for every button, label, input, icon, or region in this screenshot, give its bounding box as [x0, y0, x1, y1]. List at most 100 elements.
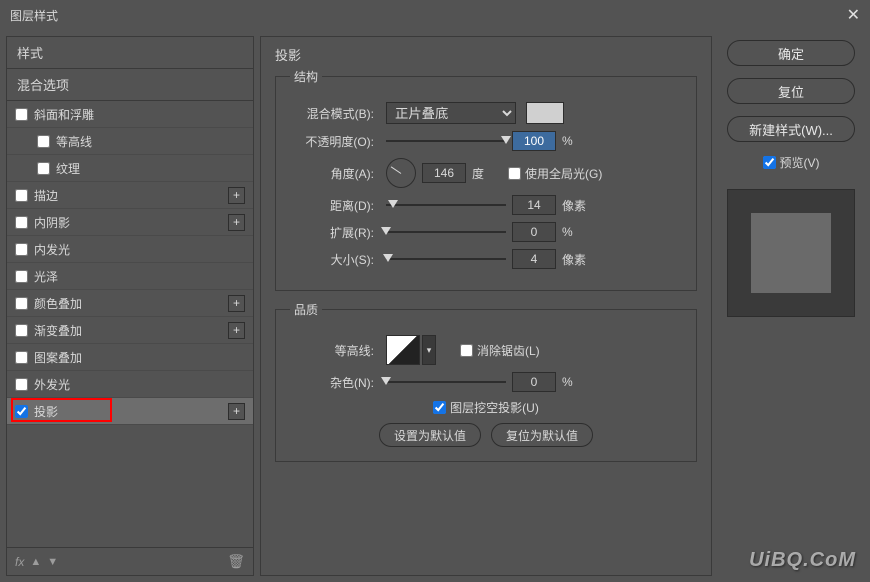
style-checkbox[interactable]	[15, 405, 28, 418]
reset-default-button[interactable]: 复位为默认值	[491, 423, 593, 447]
style-item[interactable]: 纹理	[7, 155, 253, 182]
style-item[interactable]: 斜面和浮雕	[7, 101, 253, 128]
styles-footer: fx ▲ ▼ 🗑	[7, 547, 253, 575]
style-item[interactable]: 描边 +	[7, 182, 253, 209]
style-list: 斜面和浮雕等高线纹理描边 + 内阴影 + 内发光光泽颜色叠加 + 渐变叠加 + 图案叠加外发光投…	[7, 101, 253, 547]
opacity-input[interactable]	[512, 131, 556, 151]
preview-box	[727, 189, 855, 317]
quality-group: 品质 等高线: ▾ 消除锯齿(L) 杂色(N): %	[275, 301, 697, 462]
style-label: 投影	[34, 403, 58, 420]
effect-title: 投影	[275, 45, 697, 64]
add-effect-icon[interactable]: +	[228, 295, 245, 312]
opacity-slider[interactable]	[386, 134, 506, 148]
preview-checkbox[interactable]: 预览(V)	[763, 154, 820, 171]
quality-legend: 品质	[290, 301, 322, 318]
style-item[interactable]: 颜色叠加 +	[7, 290, 253, 317]
add-effect-icon[interactable]: +	[228, 403, 245, 420]
style-item[interactable]: 光泽	[7, 263, 253, 290]
style-label: 内阴影	[34, 214, 70, 231]
style-label: 内发光	[34, 241, 70, 258]
contour-swatch[interactable]	[386, 335, 420, 365]
arrow-up-icon[interactable]: ▲	[30, 556, 41, 568]
add-effect-icon[interactable]: +	[228, 322, 245, 339]
knockout-label: 图层挖空投影(U)	[450, 399, 539, 416]
opacity-label: 不透明度(O):	[290, 133, 380, 150]
cancel-button[interactable]: 复位	[727, 78, 855, 104]
style-item[interactable]: 渐变叠加 +	[7, 317, 253, 344]
arrow-down-icon[interactable]: ▼	[47, 556, 58, 568]
blend-mode-select[interactable]: 正片叠底	[386, 102, 516, 124]
style-item[interactable]: 内阴影 +	[7, 209, 253, 236]
style-checkbox[interactable]	[15, 324, 28, 337]
style-label: 等高线	[56, 133, 92, 150]
global-light-checkbox[interactable]: 使用全局光(G)	[508, 165, 602, 182]
distance-label: 距离(D):	[290, 197, 380, 214]
styles-panel: 样式 混合选项 斜面和浮雕等高线纹理描边 + 内阴影 + 内发光光泽颜色叠加 + 渐变叠加 +…	[6, 36, 254, 576]
spread-input[interactable]	[512, 222, 556, 242]
add-effect-icon[interactable]: +	[228, 214, 245, 231]
chevron-down-icon[interactable]: ▾	[422, 335, 436, 365]
distance-slider[interactable]	[386, 198, 506, 212]
style-item[interactable]: 投影 +	[7, 398, 253, 425]
styles-header[interactable]: 样式	[7, 37, 253, 69]
noise-label: 杂色(N):	[290, 374, 380, 391]
style-label: 渐变叠加	[34, 322, 82, 339]
noise-slider[interactable]	[386, 375, 506, 389]
titlebar: 图层样式 ✕	[0, 0, 870, 30]
style-checkbox[interactable]	[15, 351, 28, 364]
style-checkbox[interactable]	[15, 270, 28, 283]
style-label: 外发光	[34, 376, 70, 393]
style-item[interactable]: 内发光	[7, 236, 253, 263]
style-checkbox[interactable]	[15, 297, 28, 310]
close-icon[interactable]: ✕	[847, 5, 860, 25]
style-checkbox[interactable]	[15, 378, 28, 391]
make-default-button[interactable]: 设置为默认值	[379, 423, 481, 447]
size-input[interactable]	[512, 249, 556, 269]
style-label: 纹理	[56, 160, 80, 177]
style-label: 颜色叠加	[34, 295, 82, 312]
knockout-checkbox[interactable]: 图层挖空投影(U)	[433, 399, 539, 416]
antialias-label: 消除锯齿(L)	[477, 342, 540, 359]
angle-input[interactable]	[422, 163, 466, 183]
antialias-checkbox[interactable]: 消除锯齿(L)	[460, 342, 540, 359]
blending-options-header[interactable]: 混合选项	[7, 69, 253, 101]
distance-input[interactable]	[512, 195, 556, 215]
window-title: 图层样式	[10, 7, 58, 24]
contour-label: 等高线:	[290, 342, 380, 359]
style-label: 描边	[34, 187, 58, 204]
new-style-button[interactable]: 新建样式(W)...	[727, 116, 855, 142]
shadow-color-swatch[interactable]	[526, 102, 564, 124]
opacity-unit: %	[562, 134, 592, 148]
spread-label: 扩展(R):	[290, 224, 380, 241]
style-item[interactable]: 图案叠加	[7, 344, 253, 371]
style-checkbox[interactable]	[15, 216, 28, 229]
angle-label: 角度(A):	[290, 165, 380, 182]
ok-button[interactable]: 确定	[727, 40, 855, 66]
style-label: 图案叠加	[34, 349, 82, 366]
style-checkbox[interactable]	[15, 243, 28, 256]
noise-unit: %	[562, 375, 592, 389]
size-slider[interactable]	[386, 252, 506, 266]
style-checkbox[interactable]	[15, 189, 28, 202]
style-label: 光泽	[34, 268, 58, 285]
spread-unit: %	[562, 225, 592, 239]
style-checkbox[interactable]	[37, 135, 50, 148]
blend-mode-label: 混合模式(B):	[290, 105, 380, 122]
preview-swatch	[751, 213, 831, 293]
preview-label: 预览(V)	[780, 154, 820, 171]
size-label: 大小(S):	[290, 251, 380, 268]
angle-dial[interactable]	[386, 158, 416, 188]
main: 样式 混合选项 斜面和浮雕等高线纹理描边 + 内阴影 + 内发光光泽颜色叠加 + 渐变叠加 +…	[0, 30, 870, 582]
spread-slider[interactable]	[386, 225, 506, 239]
noise-input[interactable]	[512, 372, 556, 392]
actions-panel: 确定 复位 新建样式(W)... 预览(V)	[718, 36, 864, 576]
style-item[interactable]: 等高线	[7, 128, 253, 155]
style-checkbox[interactable]	[37, 162, 50, 175]
distance-unit: 像素	[562, 197, 592, 214]
style-checkbox[interactable]	[15, 108, 28, 121]
options-panel: 投影 结构 混合模式(B): 正片叠底 不透明度(O): % 角度(A):	[260, 36, 712, 576]
style-item[interactable]: 外发光	[7, 371, 253, 398]
add-effect-icon[interactable]: +	[228, 187, 245, 204]
trash-icon[interactable]: 🗑	[227, 553, 245, 570]
fx-icon[interactable]: fx	[15, 555, 24, 569]
